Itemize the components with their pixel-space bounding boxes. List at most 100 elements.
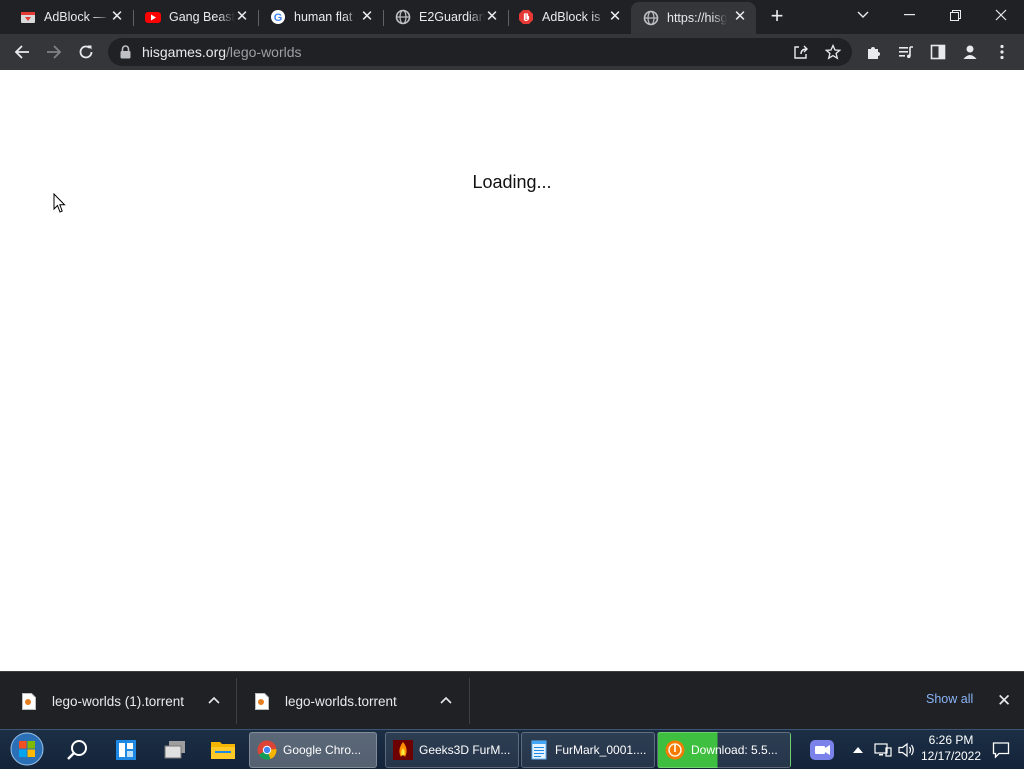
furmark-icon (393, 740, 413, 760)
close-icon[interactable]: ✕ (234, 9, 250, 25)
clock-date: 12/17/2022 (920, 749, 982, 763)
tab-adblock-store[interactable]: AdBlock — best ✕ (0, 2, 134, 32)
tab-title: E2Guardian (419, 10, 485, 24)
side-panel-icon[interactable] (927, 41, 949, 63)
restore-button[interactable] (932, 0, 978, 30)
profile-avatar-icon[interactable] (959, 41, 981, 63)
adblock-icon (518, 9, 534, 25)
tab-e2guardian[interactable]: E2Guardian ✕ (375, 2, 509, 32)
show-hidden-icons-button[interactable] (850, 730, 866, 769)
download-item[interactable]: lego-worlds (1).torrent (22, 672, 236, 730)
taskbar-item-notepad[interactable]: FurMark_0001.... (521, 732, 655, 768)
globe-icon (643, 10, 659, 26)
download-filename: lego-worlds (1).torrent (52, 693, 185, 709)
tab-title: https://hisg (667, 11, 727, 25)
lock-icon[interactable] (120, 45, 131, 64)
url-host: hisgames.org (142, 44, 227, 60)
media-queue-icon[interactable] (895, 41, 917, 63)
minimize-icon (903, 14, 915, 16)
address-bar[interactable]: hisgames.org/lego-worlds (108, 38, 852, 66)
taskbar: Google Chro... Geeks3D FurM... FurMark_0… (0, 729, 1024, 769)
search-button[interactable] (62, 734, 94, 766)
taskbar-item-label: Google Chro... (283, 743, 362, 757)
close-window-button[interactable] (978, 0, 1024, 30)
new-tab-button[interactable]: + (766, 5, 788, 27)
google-icon: G (270, 9, 286, 25)
download-filename: lego-worlds.torrent (285, 693, 397, 709)
search-icon (67, 740, 87, 760)
close-icon[interactable]: ✕ (359, 9, 375, 25)
notifications-button[interactable] (990, 730, 1012, 769)
file-explorer-button[interactable] (207, 734, 239, 766)
svg-text:G: G (274, 12, 283, 24)
url-text[interactable]: hisgames.org/lego-worlds (142, 44, 302, 60)
divider (469, 678, 470, 724)
taskbar-item-torrent-download[interactable]: Download: 5.5... (657, 732, 791, 768)
start-button[interactable] (9, 731, 45, 767)
download-item[interactable]: lego-worlds.torrent (255, 672, 469, 730)
close-icon[interactable]: ✕ (997, 692, 1011, 709)
tab-youtube[interactable]: Gang Beasts ✕ (125, 2, 259, 32)
url-path: /lego-worlds (226, 44, 302, 60)
show-all-button[interactable]: Show all (926, 692, 973, 706)
taskbar-item-label: Geeks3D FurM... (419, 743, 511, 757)
tab-title: AdBlock — best (44, 10, 110, 24)
network-tray-icon[interactable] (872, 730, 894, 769)
globe-icon (395, 9, 411, 25)
task-view-icon (164, 741, 185, 759)
tab-hisgames-active[interactable]: https://hisg ✕ (631, 2, 756, 34)
chevron-up-icon (853, 746, 863, 753)
bookmark-star-icon[interactable] (824, 43, 842, 61)
extensions-puzzle-icon[interactable] (863, 41, 885, 63)
reload-button[interactable] (72, 38, 100, 66)
youtube-icon (145, 9, 161, 25)
arrow-left-icon (14, 45, 29, 59)
chrome-icon (257, 740, 277, 760)
taskbar-item-furmark[interactable]: Geeks3D FurM... (385, 732, 519, 768)
arrow-right-icon (47, 45, 62, 59)
torrent-file-icon (255, 692, 269, 710)
close-icon[interactable]: ✕ (109, 9, 125, 25)
tab-title: AdBlock is (542, 10, 601, 24)
windows-logo-icon (10, 732, 44, 766)
chevron-up-icon[interactable] (438, 693, 454, 709)
divider (236, 678, 237, 724)
tab-title: Gang Beasts (169, 10, 235, 24)
loading-text: Loading... (472, 172, 552, 192)
minimize-button[interactable] (886, 0, 932, 30)
tab-title: human flat (294, 10, 353, 24)
torrent-file-icon (22, 692, 36, 710)
tab-adblock[interactable]: AdBlock is ✕ (498, 2, 631, 32)
page-content: Loading... (0, 70, 1024, 671)
adblock-store-icon (20, 9, 36, 25)
more-menu-icon[interactable] (991, 41, 1013, 63)
forward-button[interactable] (40, 38, 68, 66)
reload-icon (79, 45, 93, 59)
notepad-icon (531, 740, 547, 760)
chevron-down-icon (857, 11, 869, 18)
tab-google-search[interactable]: G human flat ✕ (250, 2, 384, 32)
task-view-button[interactable] (159, 734, 191, 766)
notification-icon (992, 741, 1010, 759)
widgets-button[interactable] (110, 734, 142, 766)
close-icon[interactable]: ✕ (607, 9, 623, 25)
share-icon[interactable] (792, 43, 810, 61)
clock-time: 6:26 PM (928, 733, 974, 747)
restore-icon (949, 9, 961, 21)
mouse-pointer-icon (53, 193, 66, 213)
tab-search-button[interactable] (840, 0, 886, 30)
tab-strip: AdBlock — best ✕ Gang Beasts ✕ G human f… (0, 0, 1024, 34)
back-button[interactable] (8, 38, 36, 66)
chevron-up-icon[interactable] (206, 693, 222, 709)
video-camera-icon (810, 740, 834, 760)
downloads-bar: lego-worlds (1).torrent lego-worlds.torr… (0, 671, 1024, 730)
folder-icon (211, 742, 235, 759)
video-call-tray-button[interactable] (806, 734, 838, 766)
close-icon (995, 9, 1007, 21)
close-icon[interactable]: ✕ (732, 9, 748, 25)
system-clock[interactable]: 6:26 PM 12/17/2022 (915, 732, 987, 764)
widgets-icon (116, 740, 136, 760)
taskbar-item-label: Download: 5.5... (691, 743, 778, 757)
taskbar-item-chrome[interactable]: Google Chro... (249, 732, 377, 768)
taskbar-item-label: FurMark_0001.... (555, 743, 647, 757)
